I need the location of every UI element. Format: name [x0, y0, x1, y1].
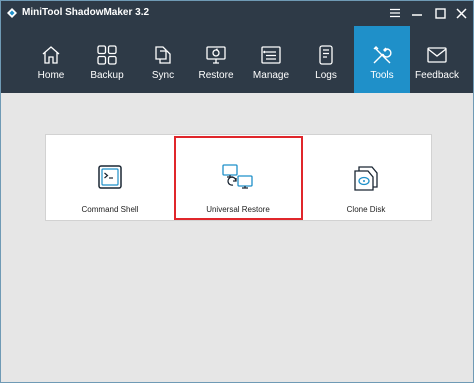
menu-icon[interactable] [386, 4, 404, 22]
sync-icon [155, 46, 171, 64]
app-logo-icon [7, 8, 17, 18]
nav-logs-label: Logs [315, 70, 337, 81]
nav-home-label: Home [37, 70, 65, 81]
nav-feedback[interactable]: Feedback [409, 26, 465, 93]
nav-restore[interactable]: Restore [188, 26, 244, 93]
restore-icon [206, 46, 226, 64]
nav-home[interactable]: Home [23, 26, 79, 93]
nav-manage[interactable]: Manage [243, 26, 299, 93]
nav-restore-label: Restore [198, 70, 234, 81]
manage-icon [261, 46, 281, 64]
tools-icon [373, 46, 392, 64]
main-navigation: Home Backup Sync Restore Manage Logs Too… [1, 26, 473, 93]
command-shell-card[interactable]: Command Shell [46, 135, 174, 220]
nav-logs[interactable]: Logs [298, 26, 354, 93]
tools-panel: Command Shell Universal Restore Clone Di… [45, 134, 432, 221]
nav-tools-label: Tools [370, 70, 394, 81]
window-title: MiniTool ShadowMaker 3.2 [22, 7, 150, 18]
nav-sync[interactable]: Sync [135, 26, 191, 93]
clone-disk-label: Clone Disk [346, 205, 386, 214]
home-icon [42, 46, 60, 64]
logs-icon [319, 45, 333, 65]
nav-feedback-label: Feedback [415, 70, 459, 81]
command-shell-label: Command Shell [81, 205, 139, 214]
command-shell-icon [98, 165, 122, 189]
close-icon[interactable] [452, 4, 470, 22]
nav-backup[interactable]: Backup [79, 26, 135, 93]
nav-tools[interactable]: Tools [354, 26, 410, 93]
nav-backup-label: Backup [90, 70, 124, 81]
universal-restore-highlight [174, 136, 303, 220]
backup-icon [97, 45, 117, 65]
maximize-icon[interactable] [431, 4, 449, 22]
nav-manage-label: Manage [252, 70, 290, 81]
title-bar: MiniTool ShadowMaker 3.2 [1, 1, 473, 26]
nav-sync-label: Sync [151, 70, 175, 81]
clone-disk-icon [354, 166, 378, 191]
minimize-icon[interactable] [408, 4, 426, 22]
feedback-icon [427, 47, 447, 63]
app-window: MiniTool ShadowMaker 3.2 Home Backup Syn… [0, 0, 474, 383]
clone-disk-card[interactable]: Clone Disk [302, 135, 430, 220]
